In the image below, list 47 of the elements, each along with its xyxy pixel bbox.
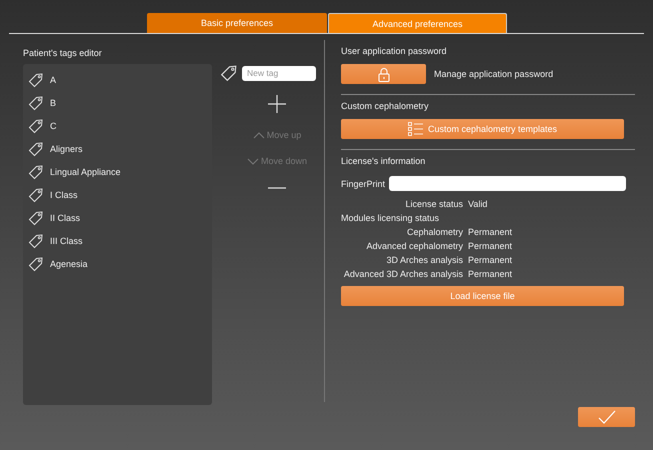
- tag-item[interactable]: C: [23, 114, 212, 137]
- tag-item[interactable]: III Class: [23, 229, 212, 252]
- chevron-down-icon: [246, 158, 259, 164]
- module-status: Permanent: [468, 255, 512, 265]
- tag-item[interactable]: Aligners: [23, 137, 212, 160]
- tag-item[interactable]: Agenesia: [23, 252, 212, 275]
- tag-item[interactable]: Lingual Appliance: [23, 160, 212, 183]
- lock-icon: [378, 66, 390, 82]
- section-title: Patient's tags editor: [23, 48, 102, 58]
- tag-icon: [28, 140, 44, 156]
- new-tag-field[interactable]: New tag: [242, 66, 316, 80]
- module-name: Advanced cephalometry: [365, 241, 463, 251]
- chevron-up-icon: [252, 132, 265, 138]
- tag-item[interactable]: A: [23, 68, 212, 91]
- tag-icon: [28, 210, 44, 226]
- fingerprint-label: FingerPrint: [341, 178, 386, 188]
- section-title: Custom cephalometry: [341, 101, 429, 111]
- tag-item[interactable]: B: [23, 91, 212, 114]
- checklist-icon: [408, 122, 424, 136]
- tag-icon: [28, 186, 44, 202]
- tag-icon: [28, 72, 44, 88]
- fingerprint-field[interactable]: [389, 176, 626, 191]
- module-name: Cephalometry: [406, 227, 463, 237]
- checkmark-icon: [598, 410, 616, 424]
- password-label: Manage application password: [434, 69, 554, 79]
- tag-icon: [28, 118, 44, 134]
- confirm-button[interactable]: [578, 407, 635, 427]
- tag-icon: [28, 232, 44, 248]
- module-status: Permanent: [468, 241, 512, 251]
- tag-item[interactable]: I Class: [23, 183, 212, 206]
- tag-icon: [220, 64, 238, 82]
- tag-icon: [28, 94, 44, 110]
- modules-title: Modules licensing status: [341, 213, 440, 223]
- module-name: 3D Arches analysis: [385, 255, 463, 265]
- lock-button[interactable]: [341, 64, 426, 84]
- module-status: Permanent: [468, 269, 512, 279]
- section-title: License's information: [341, 156, 426, 166]
- section-title: User application password: [341, 46, 447, 56]
- tag-icon: [28, 164, 44, 180]
- status-label: License status: [404, 199, 463, 209]
- module-status: Permanent: [468, 227, 512, 237]
- remove-icon[interactable]: [267, 186, 287, 190]
- add-icon[interactable]: [267, 94, 287, 114]
- tag-item[interactable]: II Class: [23, 206, 212, 229]
- status-value: Valid: [468, 199, 488, 209]
- module-name: Advanced 3D Arches analysis: [342, 269, 463, 279]
- tag-icon: [28, 256, 44, 272]
